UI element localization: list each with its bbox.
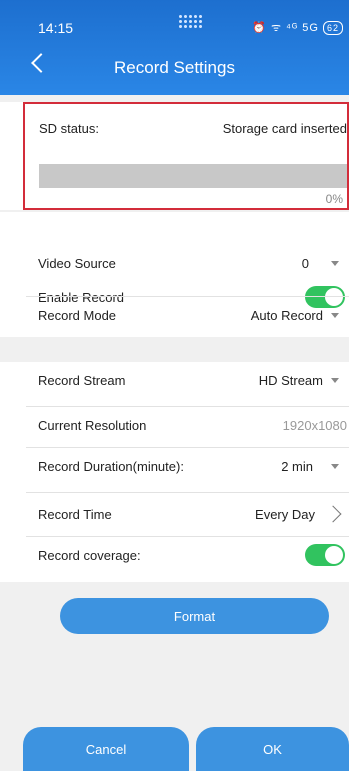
wifi-icon: ᯤ (271, 22, 283, 34)
record-coverage-label: Record coverage: (38, 547, 141, 563)
battery-icon: 62 (322, 20, 343, 35)
record-stream-label: Record Stream (38, 372, 126, 388)
chevron-down-icon[interactable] (331, 312, 339, 318)
status-icons: ⏰ ᯤ ⁴ᴳ 5G 62 (252, 20, 343, 35)
sd-status-row: SD status: Storage card inserted (39, 104, 347, 152)
status-time: 14:15 (38, 20, 74, 36)
sd-status-box: SD status: Storage card inserted 0% (23, 102, 349, 210)
ok-button[interactable]: OK (196, 727, 349, 771)
record-time-label: Record Time (38, 506, 112, 522)
cancel-button[interactable]: Cancel (23, 727, 189, 771)
sd-status-value: Storage card inserted (222, 120, 347, 136)
sd-status-label: SD status: (39, 120, 99, 136)
video-source-row[interactable]: Video Source 0 (38, 245, 349, 281)
record-coverage-toggle[interactable] (305, 544, 345, 566)
record-duration-label: Record Duration(minute): (38, 458, 184, 474)
divider (26, 492, 349, 493)
record-duration-value: 2 min (281, 458, 313, 474)
video-source-value: 0 (301, 255, 309, 271)
chevron-down-icon[interactable] (331, 260, 339, 266)
page-title: Record Settings (114, 58, 235, 77)
current-resolution-value: 1920x1080 (282, 417, 347, 433)
current-resolution-row: Current Resolution 1920x1080 (38, 407, 349, 443)
alarm-icon: ⏰ (252, 22, 268, 34)
chevron-down-icon[interactable] (331, 377, 339, 383)
record-time-value: Every Day (255, 506, 315, 522)
record-stream-value: HD Stream (258, 372, 323, 388)
record-mode-row[interactable]: Record Mode Auto Record (38, 297, 349, 333)
record-mode-label: Record Mode (38, 307, 117, 323)
signal-icon: ⁴ᴳ 5G (286, 21, 319, 34)
app-header: 14:15 ⏰ ᯤ ⁴ᴳ 5G 62 Record Settings (0, 0, 349, 95)
chevron-down-icon[interactable] (331, 463, 339, 469)
video-source-label: Video Source (38, 255, 116, 271)
record-coverage-row: Record coverage: (38, 537, 349, 573)
sd-progress-bar (39, 164, 347, 188)
chevron-right-icon[interactable] (324, 505, 342, 523)
record-time-row[interactable]: Record Time Every Day (38, 496, 349, 532)
notification-dots-icon (178, 14, 204, 28)
sd-progress-text: 0% (325, 192, 343, 206)
record-mode-value: Auto Record (250, 307, 323, 323)
format-button[interactable]: Format (60, 598, 329, 634)
record-duration-row[interactable]: Record Duration(minute): 2 min (38, 448, 349, 484)
current-resolution-label: Current Resolution (38, 417, 147, 433)
record-stream-row[interactable]: Record Stream HD Stream (38, 362, 349, 398)
